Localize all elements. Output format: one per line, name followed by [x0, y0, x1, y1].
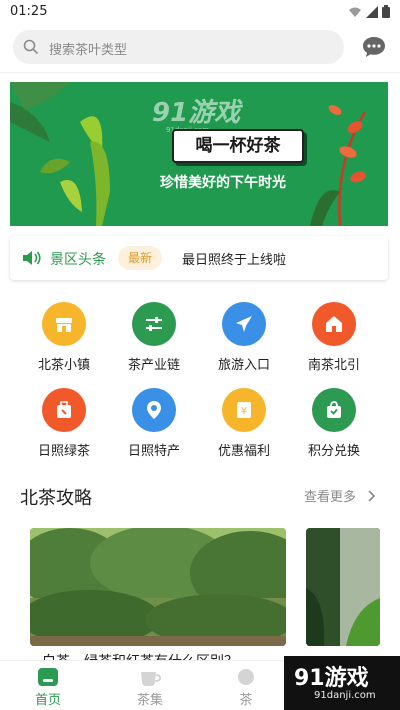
search-row: 搜索茶叶类型 [0, 28, 400, 68]
news-title: 景区头条 [50, 252, 106, 268]
grid-label: 北茶小镇 [37, 358, 90, 373]
tab-label: 茶集 [136, 693, 163, 708]
tab-cha-ji[interactable]: 茶集 [110, 661, 190, 710]
status-time: 01:25 [10, 4, 48, 19]
grid-label: 优惠福利 [217, 444, 270, 459]
article-card[interactable] [306, 528, 380, 646]
tea-garden-photo [30, 528, 286, 646]
store-icon [42, 302, 86, 346]
news-text: 最日照终于上线啦 [182, 253, 287, 268]
bottom-tab-bar: 首页 茶集 茶 91游戏 91danji.com [0, 656, 400, 710]
section-title: 北茶攻略 [20, 488, 92, 509]
tea-leaf-photo [306, 528, 380, 646]
sliders-icon [132, 302, 176, 346]
grid-item-lv-you-ru-kou[interactable]: 旅游入口 [204, 302, 284, 373]
watermark: 91游戏 91danji.com [284, 656, 400, 710]
coupon-icon: ¥ [222, 388, 266, 432]
article-card[interactable] [30, 528, 286, 646]
grid-label: 积分兑换 [307, 444, 360, 459]
search-input[interactable]: 搜索茶叶类型 [13, 30, 344, 64]
grid-label: 日照绿茶 [37, 444, 90, 459]
see-more-label: 查看更多 [304, 490, 357, 505]
grid-label: 茶产业链 [127, 358, 180, 373]
tea-icon [238, 669, 254, 685]
grid-label: 南茶北引 [307, 358, 360, 373]
speaker-icon [23, 251, 41, 265]
news-badge: 最新 [118, 246, 162, 270]
search-placeholder: 搜索茶叶类型 [49, 43, 128, 58]
tab-third[interactable]: 茶 [206, 661, 286, 710]
grid-item-nan-cha-bei-yin[interactable]: 南茶北引 [294, 302, 374, 373]
wifi-icon [349, 7, 361, 17]
grid-label: 旅游入口 [217, 358, 270, 373]
see-more-link[interactable]: 查看更多 [304, 486, 376, 505]
news-ticker[interactable]: 景区头条 最新 最日照终于上线啦 [10, 236, 388, 280]
header-divider [0, 72, 400, 73]
signal-icon [366, 5, 378, 18]
grid-item-bei-cha-xiao-zhen[interactable]: 北茶小镇 [24, 302, 104, 373]
grid-item-you-hui-fu-li[interactable]: ¥ 优惠福利 [204, 388, 284, 459]
grid-item-cha-chan-ye-lian[interactable]: 茶产业链 [114, 302, 194, 373]
grid-item-ri-zhao-te-chan[interactable]: 日照特产 [114, 388, 194, 459]
shopping-bag-icon [312, 388, 356, 432]
chat-bubble-icon[interactable] [362, 36, 386, 58]
tab-label: 茶 [239, 693, 253, 708]
status-bar: 01:25 [0, 0, 400, 24]
watermark-logo: 91游戏 [294, 666, 369, 691]
svg-text:¥: ¥ [241, 406, 247, 417]
banner-subtitle: 珍惜美好的下午时光 [160, 175, 286, 191]
chevron-right-icon [368, 490, 376, 502]
home-icon [38, 668, 58, 686]
grid-label: 日照特产 [127, 444, 180, 459]
plane-icon [222, 302, 266, 346]
tab-label: 首页 [34, 693, 61, 708]
house-icon [312, 302, 356, 346]
tea-bag-icon [42, 388, 86, 432]
grid-item-ri-zhao-lv-cha[interactable]: 日照绿茶 [24, 388, 104, 459]
battery-icon [382, 5, 390, 18]
banner-logo-text: 91游戏 [152, 98, 241, 128]
location-pin-icon [132, 388, 176, 432]
banner-headline: 喝一杯好茶 [172, 129, 304, 163]
promo-banner[interactable]: 91游戏 91danji.com 喝一杯好茶 珍惜美好的下午时光 [10, 82, 388, 226]
tab-home[interactable]: 首页 [8, 661, 88, 710]
search-icon [23, 39, 39, 55]
status-icons [348, 5, 390, 18]
watermark-sub: 91danji.com [314, 690, 376, 701]
grid-item-ji-fen-dui-huan[interactable]: 积分兑换 [294, 388, 374, 459]
teacup-icon [141, 672, 162, 686]
banner-logo: 91游戏 91danji.com [152, 92, 240, 134]
